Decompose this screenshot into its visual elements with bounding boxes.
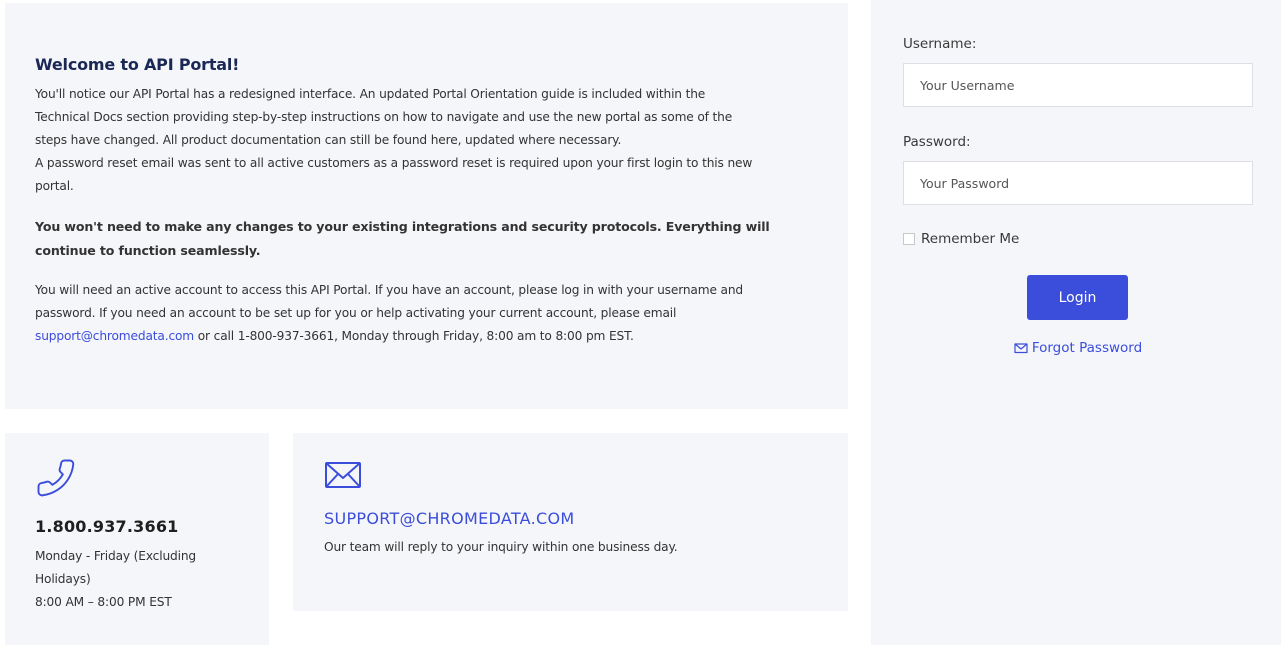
login-panel: Username: Password: Remember Me Login Fo… (871, 0, 1281, 645)
remember-me-row[interactable]: Remember Me (903, 231, 1253, 247)
hours-line: Monday - Friday (Excluding (35, 549, 197, 563)
password-label: Password: (903, 134, 971, 150)
support-email-address[interactable]: SUPPORT@CHROMEDATA.COM (324, 509, 817, 528)
forgot-password-link[interactable]: Forgot Password (903, 340, 1253, 356)
access-line: password. If you need an account to be s… (35, 306, 677, 320)
intro-paragraph: You'll notice our API Portal has a redes… (35, 83, 818, 198)
reset-line: portal. (35, 179, 74, 193)
hours-line: 8:00 AM – 8:00 PM EST (35, 595, 172, 609)
email-note: Our team will reply to your inquiry with… (324, 540, 678, 554)
forgot-password-label[interactable]: Forgot Password (1032, 340, 1142, 356)
access-line: You will need an active account to acces… (35, 283, 744, 297)
phone-hours: Monday - Friday (Excluding Holidays) 8:0… (35, 545, 239, 614)
integration-notice: You won't need to make any changes to yo… (35, 215, 818, 263)
welcome-panel: Welcome to API Portal! You'll notice our… (5, 3, 848, 409)
access-paragraph: You will need an active account to acces… (35, 279, 818, 348)
username-input[interactable] (903, 63, 1253, 107)
password-input[interactable] (903, 161, 1253, 205)
access-line: or call 1-800-937-3661, Monday through F… (194, 329, 634, 343)
intro-line: steps have changed. All product document… (35, 133, 622, 147)
phone-card: 1.800.937.3661 Monday - Friday (Excludin… (5, 433, 269, 645)
notice-line: You won't need to make any changes to yo… (35, 219, 770, 234)
support-email-link[interactable]: support@chromedata.com (35, 329, 194, 343)
envelope-icon (1014, 343, 1028, 354)
intro-line: Technical Docs section providing step-by… (35, 110, 733, 124)
remember-me-checkbox[interactable] (903, 233, 915, 245)
reset-line: A password reset email was sent to all a… (35, 156, 753, 170)
phone-icon (37, 459, 75, 497)
remember-me-label[interactable]: Remember Me (921, 231, 1019, 247)
notice-line: continue to function seamlessly. (35, 243, 261, 258)
envelope-icon (325, 462, 361, 488)
phone-number: 1.800.937.3661 (35, 517, 179, 536)
welcome-title: Welcome to API Portal! (35, 55, 240, 74)
login-button[interactable]: Login (1027, 275, 1128, 320)
hours-line: Holidays) (35, 572, 91, 586)
username-label: Username: (903, 36, 977, 52)
email-card: SUPPORT@CHROMEDATA.COM Our team will rep… (293, 433, 848, 611)
intro-line: You'll notice our API Portal has a redes… (35, 87, 706, 101)
